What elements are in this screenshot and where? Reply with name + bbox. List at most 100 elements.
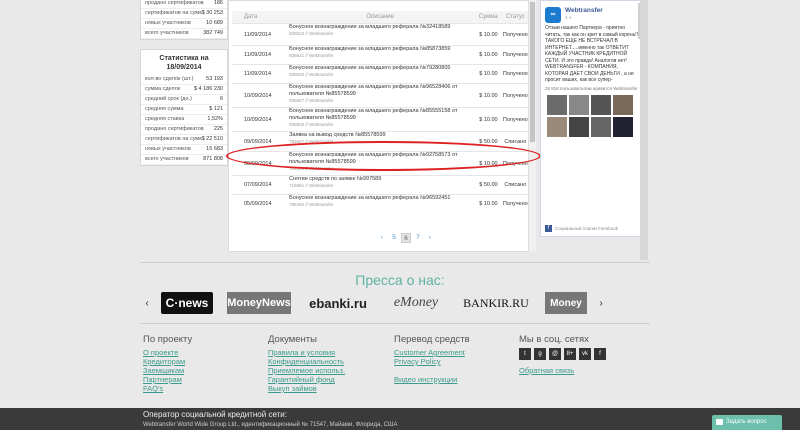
fan-avatar[interactable]: [547, 94, 567, 115]
table-row: 10/09/2014 Бонусное вознаграждение за мл…: [232, 83, 530, 107]
stats-title: Статистика на 18/09/2014: [159, 55, 209, 71]
scrollbar-thumb[interactable]: [530, 2, 535, 142]
press-carousel: ‹ C·news MoneyNews ebanki.ru eMoney BANK…: [140, 290, 650, 316]
press-logo-bankir[interactable]: BANKIR.RU: [461, 292, 531, 314]
pager-next[interactable]: ›: [425, 233, 435, 243]
pager-page[interactable]: 5: [389, 233, 399, 243]
vk-icon[interactable]: vk: [579, 348, 591, 360]
stats-box: Статистика на 18/09/2014 кол-во сделок (…: [140, 49, 228, 166]
fan-avatar[interactable]: [569, 116, 589, 137]
press-title: Пресса о нас:: [355, 272, 445, 288]
table-row: 11/09/2014 Бонусное вознаграждение за мл…: [232, 64, 530, 83]
pager-prev[interactable]: ‹: [377, 233, 387, 243]
fan-avatar[interactable]: [569, 94, 589, 115]
page-edge: [640, 0, 648, 260]
stat-row: всего участников 871 808: [141, 155, 227, 165]
social-icons: t g @ 8+ vk f: [519, 348, 606, 360]
bottom-bar: Оператор социальной кредитной сети: Webt…: [0, 408, 800, 430]
twitter-icon[interactable]: t: [519, 348, 531, 360]
operator-label: Оператор социальной кредитной сети:: [143, 410, 287, 419]
stat-row: продано сертификатов 186: [141, 0, 227, 9]
footer-link[interactable]: Видео инструкции: [394, 375, 470, 384]
header-description: Описание: [366, 14, 394, 20]
footer-col-documents: Документы Правила и условия Конфиденциал…: [268, 334, 346, 393]
stat-row: продано сертификатов 225: [141, 125, 227, 135]
stat-row: средняя сумма $ 121: [141, 105, 227, 115]
footer-col-project: По проекту О проекте Кредиторам Заемщика…: [143, 334, 193, 393]
carousel-next-arrow[interactable]: ›: [594, 298, 608, 309]
divider: [140, 323, 650, 324]
webtransfer-logo-icon[interactable]: ∞: [545, 7, 561, 23]
fb-faces-grid: [541, 93, 643, 139]
table-row: 11/09/2014 Бонусное вознаграждение за мл…: [232, 45, 530, 64]
fb-page-name[interactable]: Webtransfer: [565, 7, 603, 15]
facebook-widget: ∞ Webtransfer 3 ч. Отзыв нашего Партнера…: [540, 0, 644, 237]
fb-post-time: 3 ч.: [565, 15, 573, 20]
stat-row: всего участников 382 749: [141, 29, 227, 39]
header-date: Дата: [244, 14, 258, 20]
transactions-panel: Дата Описание Сумма Статус 11/09/2014 Бо…: [228, 0, 532, 252]
footer-link[interactable]: Customer Agreement: [394, 348, 470, 357]
red-highlight-ellipse: [226, 141, 541, 171]
footer-link[interactable]: Кредиторам: [143, 357, 192, 366]
footer-link[interactable]: Выкуп займов: [268, 384, 345, 393]
fan-avatar[interactable]: [613, 116, 633, 137]
fan-avatar[interactable]: [591, 94, 611, 115]
stat-row: средняя ставка 1,52%: [141, 115, 227, 125]
footer-link[interactable]: Гарантийный фонд: [268, 375, 345, 384]
stats-column: продано сертификатов 186 сертификатов на …: [140, 0, 228, 166]
operator-details: Webtransfer World Wide Group Ltd., идент…: [143, 422, 398, 428]
footer-link[interactable]: FAQ's: [143, 384, 192, 393]
fb-footer: f Социальный плагин Facebook: [545, 225, 618, 232]
stat-row: новых участников 15 683: [141, 145, 227, 155]
footer-col-transfer: Перевод средств Customer Agreement Priva…: [394, 334, 470, 384]
press-logo-money[interactable]: Money: [545, 292, 587, 314]
footer-link[interactable]: Конфиденциальность: [268, 357, 345, 366]
header-status: Статус: [505, 14, 525, 20]
footer-link[interactable]: Партнерам: [143, 375, 192, 384]
table-row: 10/09/2014 Бонусное вознаграждение за мл…: [232, 107, 530, 131]
google-plus-icon[interactable]: 8+: [564, 348, 576, 360]
fan-avatar[interactable]: [613, 94, 633, 115]
stats-top-box: продано сертификатов 186 сертификатов на …: [140, 0, 228, 40]
ask-question-button[interactable]: Задать вопрос: [712, 415, 782, 430]
stat-row: средний срок (дн.) 6: [141, 95, 227, 105]
press-logo-ebanki[interactable]: ebanki.ru: [305, 292, 371, 314]
facebook-icon: f: [545, 225, 552, 232]
footer-link[interactable]: О проекте: [143, 348, 192, 357]
table-row: 05/09/2014 Бонусное вознаграждение за мл…: [232, 194, 530, 213]
page: продано сертификатов 186 сертификатов на …: [0, 0, 800, 430]
fan-avatar[interactable]: [591, 116, 611, 137]
footer-link[interactable]: Privacy Policy: [394, 357, 470, 366]
press-logo-emoney[interactable]: eMoney: [385, 292, 447, 314]
header-sum: Сумма: [478, 14, 498, 20]
facebook-icon[interactable]: f: [594, 348, 606, 360]
fb-header: ∞ Webtransfer 3 ч.: [541, 1, 643, 25]
fb-post-text: Отзыв нашего Партнера - приятно читать, …: [545, 25, 638, 83]
fb-likes-count: 25 818 пользователям нравится Webtransfe…: [545, 85, 638, 91]
carousel-prev-arrow[interactable]: ‹: [140, 298, 154, 309]
chat-icon: [716, 419, 723, 425]
feedback-link[interactable]: Обратная связь: [519, 366, 606, 375]
table-row: 07/09/2014 Снятие средств по заявке №997…: [232, 175, 530, 194]
fan-avatar[interactable]: [547, 116, 567, 137]
stat-row: кол-во сделок (шт.) 53 193: [141, 75, 227, 85]
press-logo-moneynews[interactable]: MoneyNews: [227, 292, 291, 314]
pager-page-active[interactable]: 6: [401, 233, 411, 243]
odnoklassniki-icon[interactable]: g: [534, 348, 546, 360]
footer-link[interactable]: Заемщикам: [143, 366, 192, 375]
footer-col-social: Мы в соц. сетях t g @ 8+ vk f Обратная с…: [519, 334, 606, 375]
footer-link[interactable]: Правила и условия: [268, 348, 345, 357]
stat-row: сертификатов на сумму $ 22 510: [141, 135, 227, 145]
footer-link[interactable]: Приемлемое использ.: [268, 366, 345, 375]
press-logo-cnews[interactable]: C·news: [161, 292, 213, 314]
stat-row: сертификатов на сумму $ 30 253: [141, 9, 227, 19]
transactions-table: Дата Описание Сумма Статус 11/09/2014 Бо…: [232, 11, 530, 213]
email-icon[interactable]: @: [549, 348, 561, 360]
stat-row: сумма сделок $ 4 186 230: [141, 85, 227, 95]
pager-page[interactable]: 7: [413, 233, 423, 243]
table-header: Дата Описание Сумма Статус: [232, 11, 530, 23]
table-scrollbar[interactable]: [528, 0, 536, 252]
divider: [140, 262, 650, 263]
stat-row: новых участников 10 689: [141, 19, 227, 29]
